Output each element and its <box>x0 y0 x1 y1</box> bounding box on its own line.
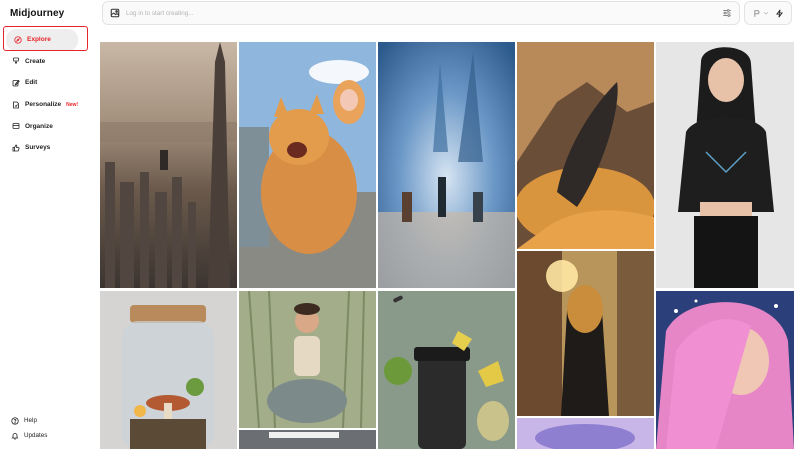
speed-toggle[interactable] <box>775 6 784 20</box>
lightning-icon <box>776 9 783 17</box>
brush-icon <box>11 57 20 66</box>
sidebar-item-organize[interactable]: Organize <box>4 115 88 137</box>
sidebar-item-label: Help <box>24 417 37 424</box>
sidebar-item-label: Edit <box>25 79 38 87</box>
prompt-input[interactable] <box>126 9 722 17</box>
child-rider-image[interactable] <box>239 291 376 428</box>
giant-cat-image[interactable] <box>239 42 376 288</box>
bell-icon <box>10 431 19 440</box>
sidebar-item-help[interactable]: Help <box>6 413 90 428</box>
partial-bottom-image-2[interactable] <box>517 418 654 449</box>
compass-icon <box>13 35 22 44</box>
woman-black-outfit-image[interactable] <box>656 42 794 288</box>
sidebar-item-label: Surveys <box>25 144 51 152</box>
product-bottle-image[interactable] <box>378 291 515 449</box>
woman-street-sunset-image[interactable] <box>517 251 654 416</box>
new-badge: New! <box>66 101 79 108</box>
help-icon <box>10 416 19 425</box>
sidebar-item-label: Create <box>25 57 46 65</box>
terrarium-jar-image[interactable] <box>100 291 237 449</box>
chevron-down-icon <box>763 12 769 15</box>
sidebar-item-personalize[interactable]: Personalize New! <box>4 94 88 116</box>
private-toggle[interactable] <box>752 6 769 20</box>
city-skyscraper-image[interactable] <box>100 42 237 288</box>
prompt-bar <box>102 1 740 25</box>
sidebar-item-label: Explore <box>27 36 51 44</box>
sidebar-item-surveys[interactable]: Surveys <box>4 137 88 159</box>
thumbs-up-icon <box>11 143 20 152</box>
top-right-controls <box>744 1 792 25</box>
personalize-icon <box>11 100 20 109</box>
whale-desert-image[interactable] <box>517 42 654 249</box>
sidebar-bottom-nav: Help Updates <box>6 413 90 443</box>
pink-hair-illustration-image[interactable] <box>656 291 794 449</box>
partial-bottom-image[interactable] <box>239 430 376 449</box>
sidebar-item-updates[interactable]: Updates <box>6 428 90 443</box>
sidebar-item-create[interactable]: Create <box>4 51 88 73</box>
folder-icon <box>11 122 20 131</box>
sidebar-item-label: Organize <box>25 122 53 130</box>
motion-blur-city-image[interactable] <box>378 42 515 288</box>
sidebar-nav: Explore Create Edit Personalize New! Org… <box>4 29 88 159</box>
sidebar-item-explore[interactable]: Explore <box>6 29 78 51</box>
explore-gallery <box>100 42 794 449</box>
sidebar-item-label: Personalize <box>25 101 62 109</box>
sliders-icon[interactable] <box>722 8 732 18</box>
sidebar-item-edit[interactable]: Edit <box>4 72 88 94</box>
sidebar-item-label: Updates <box>24 432 48 439</box>
sidebar: Midjourney Explore Create Edit Personali… <box>0 0 92 449</box>
image-prompt-icon[interactable] <box>110 8 120 18</box>
pencil-icon <box>11 78 20 87</box>
brand-logo[interactable]: Midjourney <box>10 8 64 19</box>
